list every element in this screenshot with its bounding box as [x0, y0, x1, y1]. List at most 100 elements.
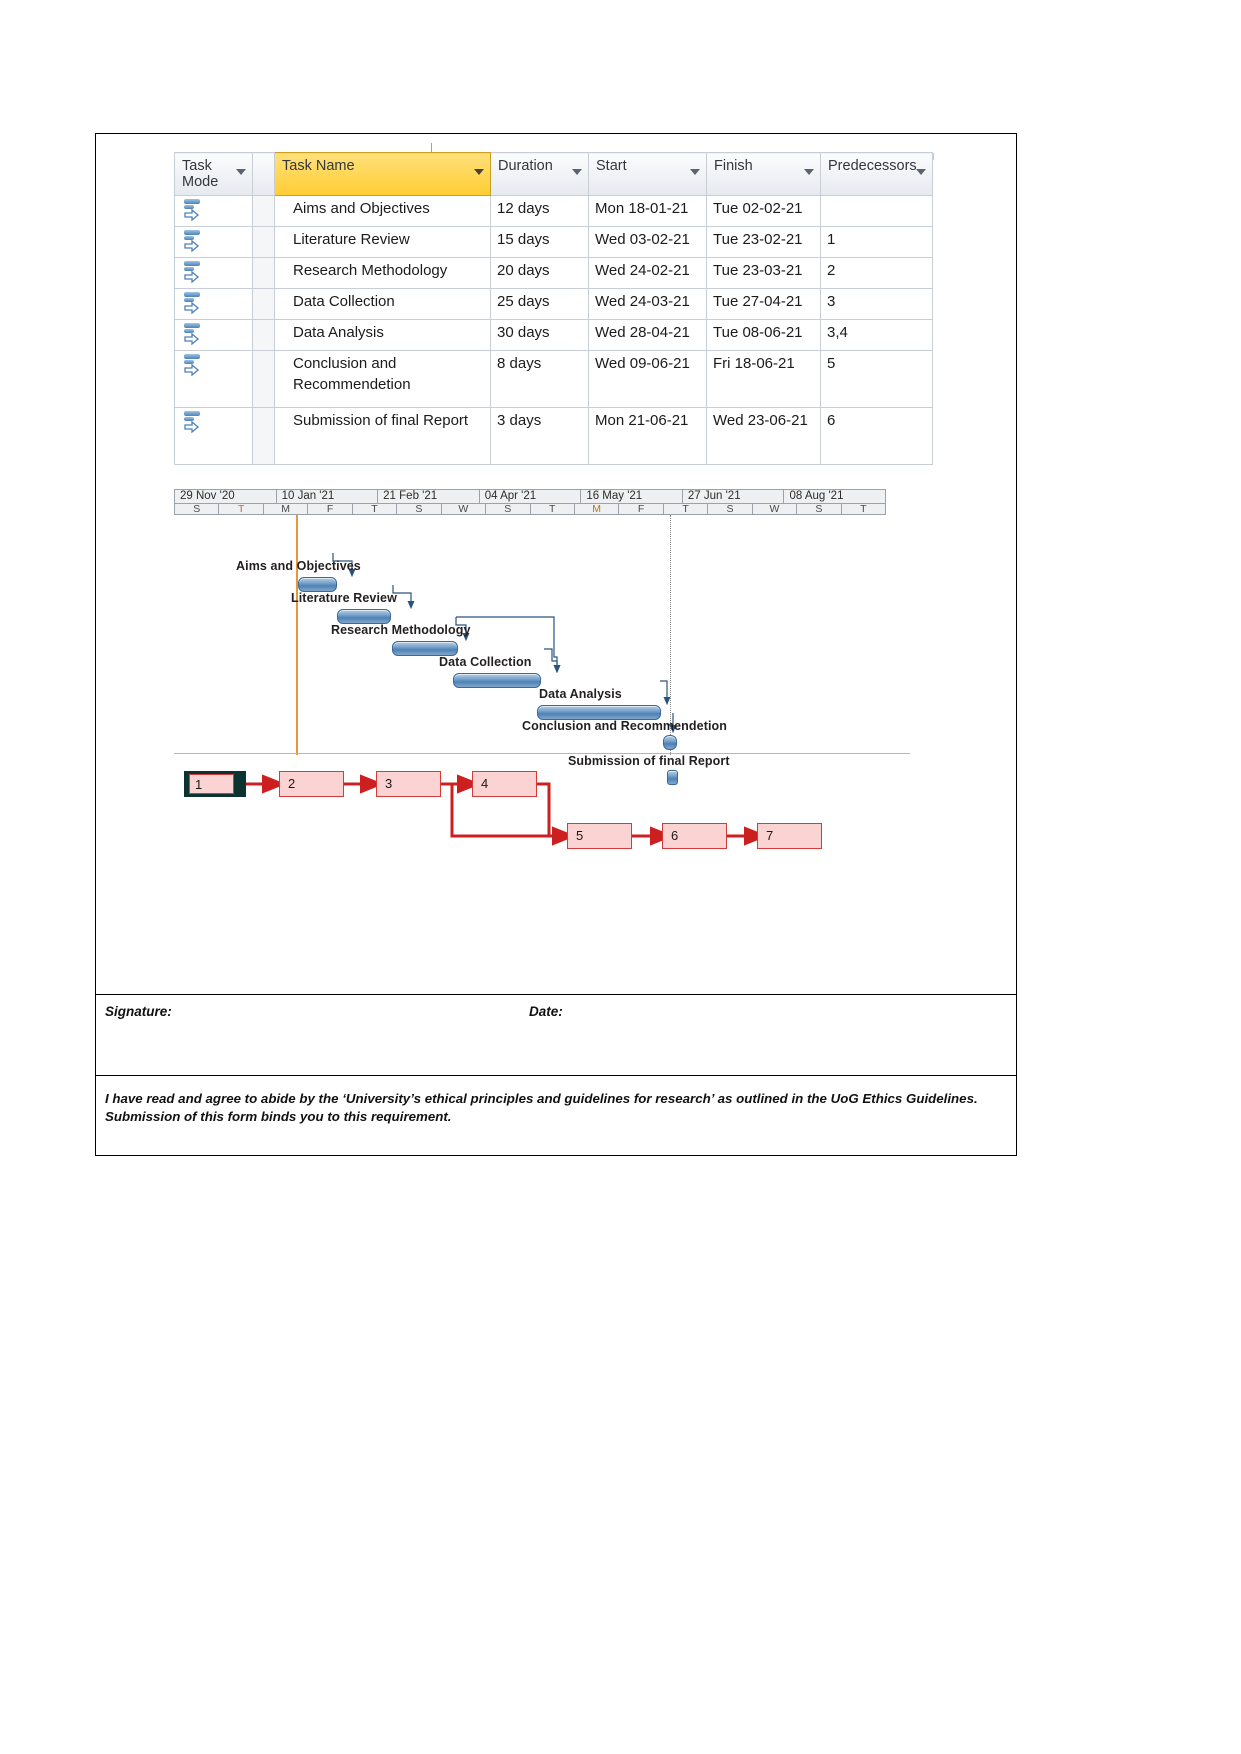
table-row[interactable]: Data Collection 25 days Wed 24-03-21 Tue 27…: [174, 288, 933, 320]
cell-finish[interactable]: Tue 08-06-21: [706, 319, 821, 351]
column-header-indicators[interactable]: [252, 152, 275, 196]
cell-duration[interactable]: 25 days: [490, 288, 589, 320]
cell-task-name[interactable]: Data Analysis: [274, 319, 491, 351]
timeline-period: 10 Jan '21: [277, 490, 379, 503]
chevron-down-icon[interactable]: [804, 169, 814, 175]
timeline-day-tick: S: [486, 504, 531, 515]
cell-finish[interactable]: Tue 27-04-21: [706, 288, 821, 320]
chevron-down-icon[interactable]: [572, 169, 582, 175]
gantt-label-1: Literature Review: [291, 591, 397, 605]
cell-task-mode[interactable]: [174, 350, 253, 408]
cell-predecessors[interactable]: 3,4: [820, 319, 933, 351]
cell-duration[interactable]: 20 days: [490, 257, 589, 289]
chevron-down-icon[interactable]: [474, 169, 484, 175]
network-node-4[interactable]: 4: [472, 771, 537, 797]
cell-task-name[interactable]: Research Methodology: [274, 257, 491, 289]
cell-task-name[interactable]: Submission of final Report: [274, 407, 491, 465]
cell-indicator[interactable]: [252, 257, 275, 289]
network-node-7[interactable]: 7: [757, 823, 822, 849]
network-node-5[interactable]: 5: [567, 823, 632, 849]
cell-duration[interactable]: 30 days: [490, 319, 589, 351]
column-resize-tick: [431, 143, 432, 152]
timeline-day-tick: W: [442, 504, 487, 515]
cell-indicator[interactable]: [252, 319, 275, 351]
table-row[interactable]: Data Analysis 30 days Wed 28-04-21 Tue 08-0…: [174, 319, 933, 351]
column-header-task-name-label: Task Name: [282, 158, 355, 174]
cell-predecessors[interactable]: 1: [820, 226, 933, 258]
cell-task-name[interactable]: Aims and Objectives: [274, 195, 491, 227]
cell-duration[interactable]: 12 days: [490, 195, 589, 227]
network-node-6[interactable]: 6: [662, 823, 727, 849]
gantt-bar-0[interactable]: [298, 577, 337, 592]
cell-indicator[interactable]: [252, 288, 275, 320]
gantt-bar-2[interactable]: [392, 641, 458, 656]
cell-task-name[interactable]: Data Collection: [274, 288, 491, 320]
cell-start[interactable]: Mon 21-06-21: [588, 407, 707, 465]
column-header-task-name[interactable]: Task Name: [274, 152, 491, 196]
cell-indicator[interactable]: [252, 350, 275, 408]
cell-duration[interactable]: 15 days: [490, 226, 589, 258]
gantt-bar-5[interactable]: [663, 735, 677, 750]
column-header-task-mode[interactable]: Task Mode: [174, 152, 253, 196]
network-node-3[interactable]: 3: [376, 771, 441, 797]
cell-predecessors[interactable]: [820, 195, 933, 227]
auto-schedule-icon: [183, 230, 203, 252]
gantt-label-5: Conclusion and Recommendetion: [522, 719, 727, 733]
table-row[interactable]: Literature Review 15 days Wed 03-02-21 Tue …: [174, 226, 933, 258]
cell-task-mode[interactable]: [174, 195, 253, 227]
cell-start[interactable]: Wed 24-02-21: [588, 257, 707, 289]
auto-schedule-icon: [183, 261, 203, 283]
chevron-down-icon[interactable]: [916, 169, 926, 175]
gantt-label-3: Data Collection: [439, 655, 532, 669]
column-header-predecessors[interactable]: Predecessors: [820, 152, 933, 196]
timeline-day-tick: T: [219, 504, 264, 515]
network-node-1[interactable]: 1: [184, 771, 246, 797]
cell-finish[interactable]: Tue 23-03-21: [706, 257, 821, 289]
table-row[interactable]: Conclusion and Recommendetion 8 days Wed 0…: [174, 350, 933, 408]
cell-task-name[interactable]: Conclusion and Recommendetion: [274, 350, 491, 408]
cell-task-mode[interactable]: [174, 226, 253, 258]
signature-row: Signature: Date:: [105, 1004, 1005, 1024]
column-header-duration[interactable]: Duration: [490, 152, 589, 196]
cell-start[interactable]: Wed 09-06-21: [588, 350, 707, 408]
cell-predecessors[interactable]: 5: [820, 350, 933, 408]
column-header-finish[interactable]: Finish: [706, 152, 821, 196]
gantt-label-4: Data Analysis: [539, 687, 622, 701]
chevron-down-icon[interactable]: [690, 169, 700, 175]
cell-indicator[interactable]: [252, 226, 275, 258]
cell-duration[interactable]: 8 days: [490, 350, 589, 408]
chevron-down-icon[interactable]: [236, 169, 246, 175]
cell-start[interactable]: Wed 03-02-21: [588, 226, 707, 258]
cell-task-mode[interactable]: [174, 288, 253, 320]
cell-duration[interactable]: 3 days: [490, 407, 589, 465]
network-node-2[interactable]: 2: [279, 771, 344, 797]
cell-start[interactable]: Mon 18-01-21: [588, 195, 707, 227]
cell-predecessors[interactable]: 3: [820, 288, 933, 320]
cell-task-mode[interactable]: [174, 407, 253, 465]
date-label: Date:: [529, 1004, 563, 1019]
timeline-day-tick: T: [860, 503, 867, 515]
cell-finish[interactable]: Wed 23-06-21: [706, 407, 821, 465]
cell-task-mode[interactable]: [174, 257, 253, 289]
table-row[interactable]: Research Methodology 20 days Wed 24-02-21 T…: [174, 257, 933, 289]
cell-task-mode[interactable]: [174, 319, 253, 351]
cell-task-name[interactable]: Literature Review: [274, 226, 491, 258]
table-header-row: Task Mode Task Name Duration Start Finis…: [174, 152, 933, 196]
cell-indicator[interactable]: [252, 195, 275, 227]
column-header-start[interactable]: Start: [588, 152, 707, 196]
table-row[interactable]: Submission of final Report 3 days Mon 21-0…: [174, 407, 933, 465]
gantt-bar-1[interactable]: [337, 609, 391, 624]
auto-schedule-icon: [183, 323, 203, 345]
cell-start[interactable]: Wed 24-03-21: [588, 288, 707, 320]
cell-predecessors[interactable]: 6: [820, 407, 933, 465]
table-row[interactable]: Aims and Objectives 12 days Mon 18-01-21 Tu…: [174, 195, 933, 227]
gantt-bar-3[interactable]: [453, 673, 541, 688]
cell-finish[interactable]: Tue 02-02-21: [706, 195, 821, 227]
cell-start[interactable]: Wed 28-04-21: [588, 319, 707, 351]
ethics-divider: [95, 1075, 1017, 1076]
cell-finish[interactable]: Fri 18-06-21: [706, 350, 821, 408]
gantt-bar-4[interactable]: [537, 705, 661, 720]
cell-predecessors[interactable]: 2: [820, 257, 933, 289]
cell-indicator[interactable]: [252, 407, 275, 465]
cell-finish[interactable]: Tue 23-02-21: [706, 226, 821, 258]
